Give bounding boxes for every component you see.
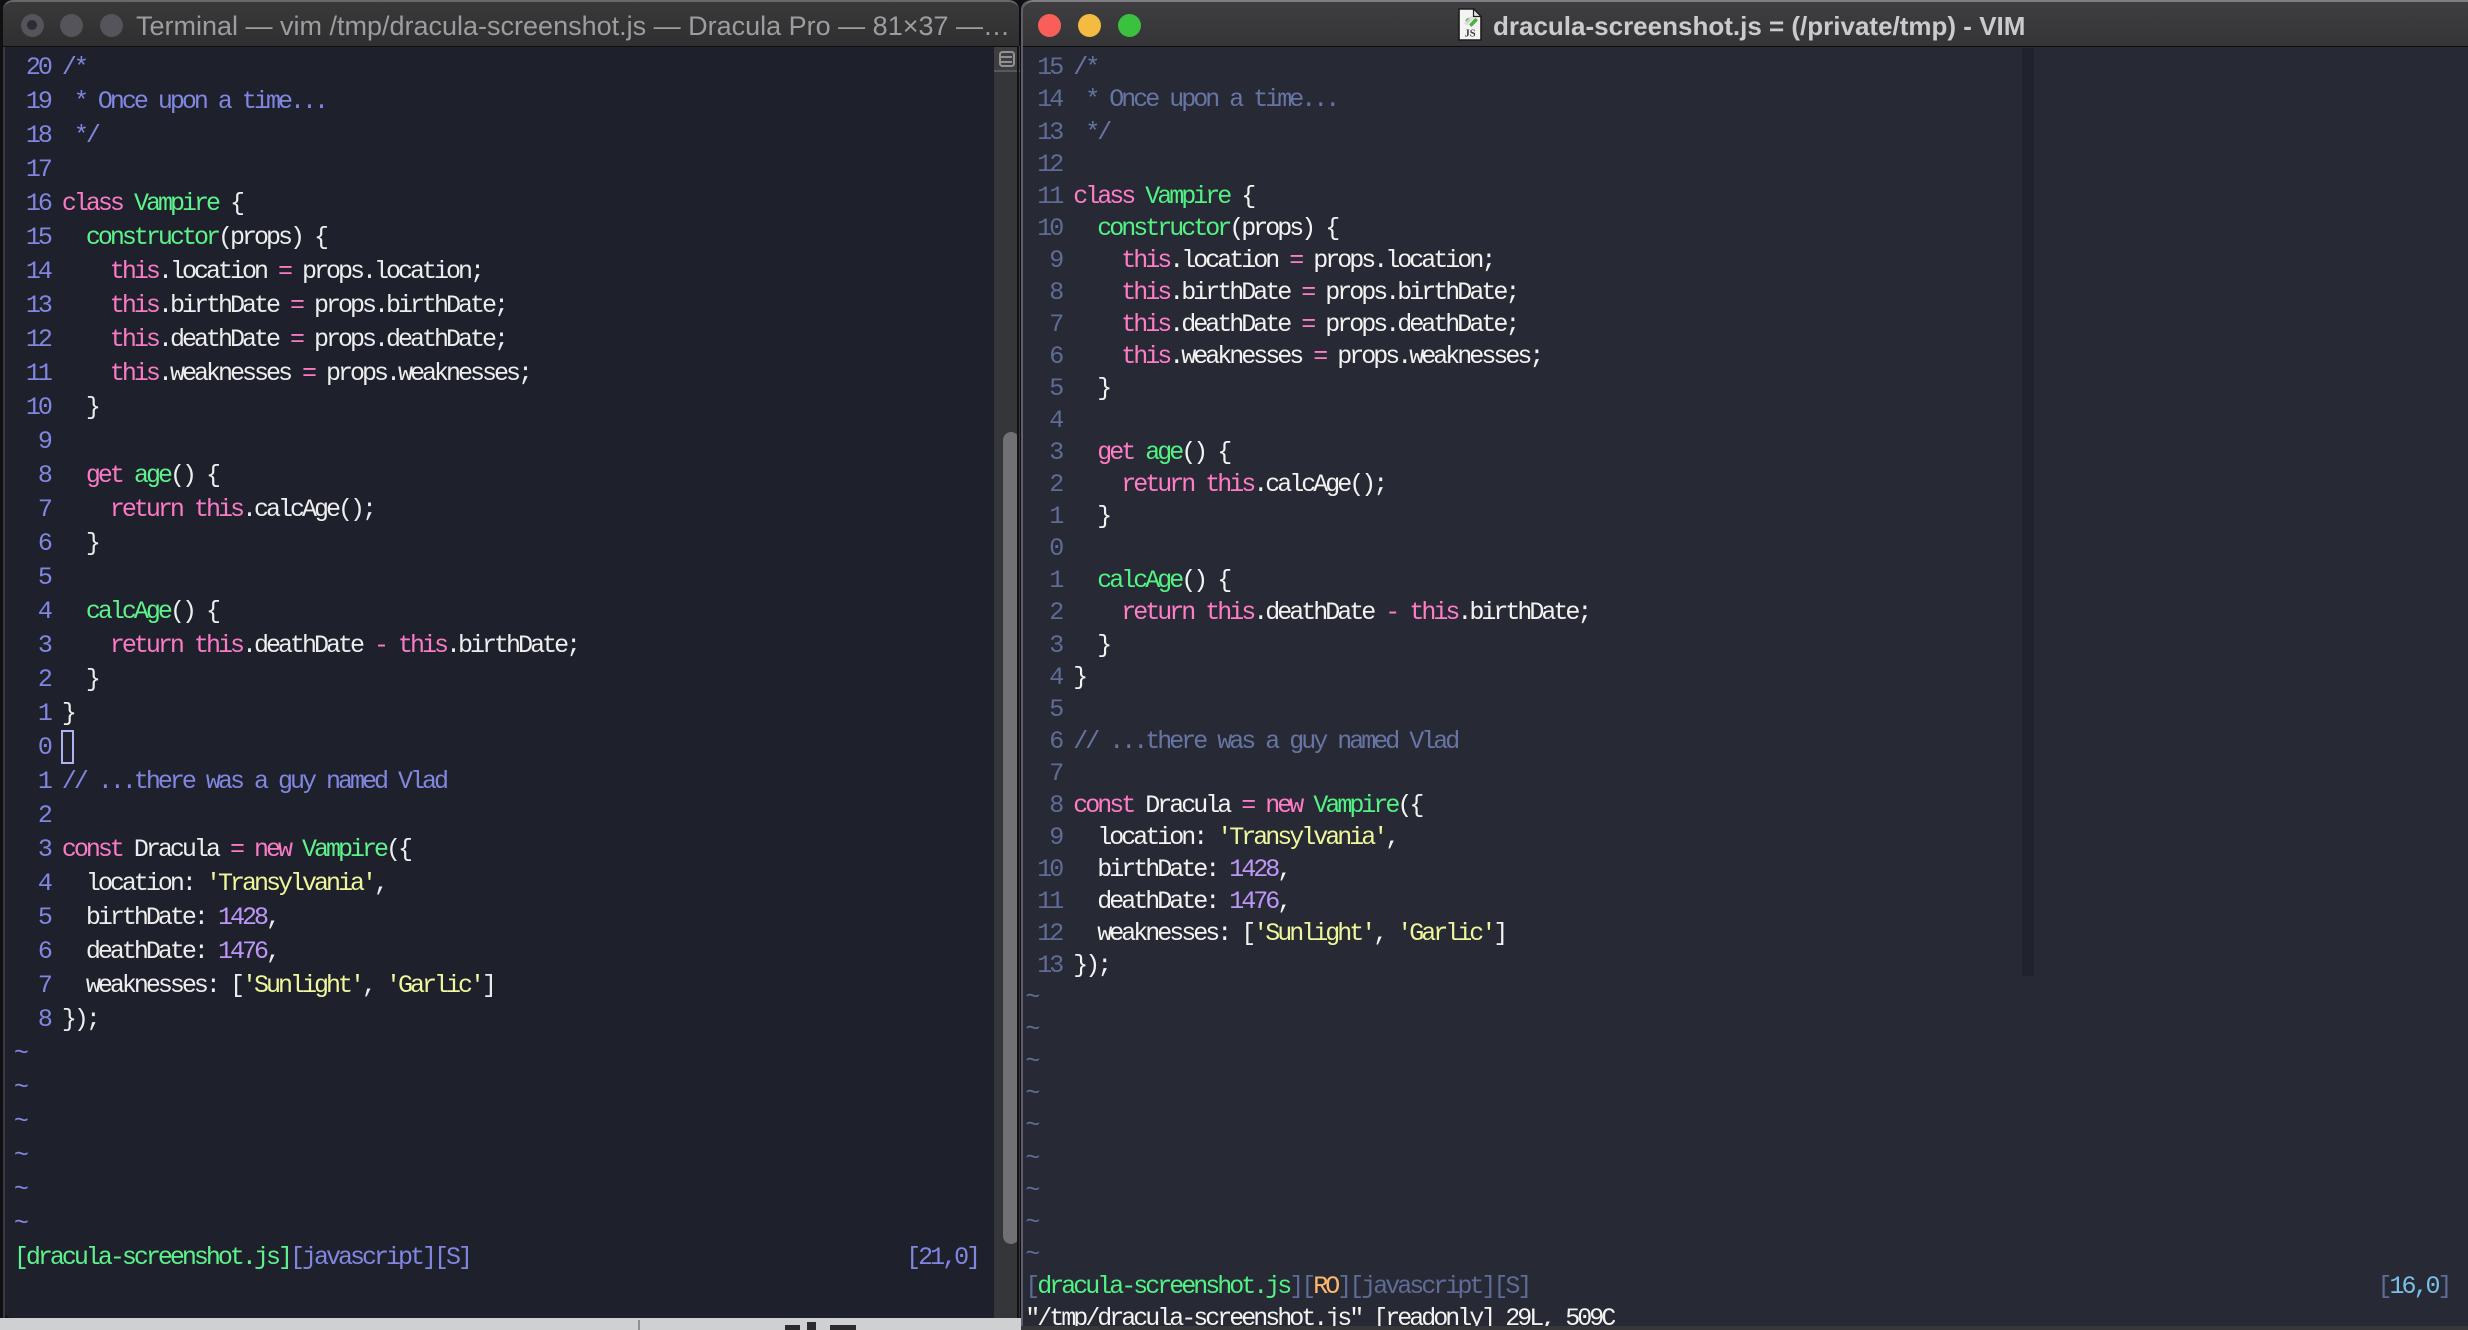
svg-text:JS: JS: [1464, 29, 1475, 40]
